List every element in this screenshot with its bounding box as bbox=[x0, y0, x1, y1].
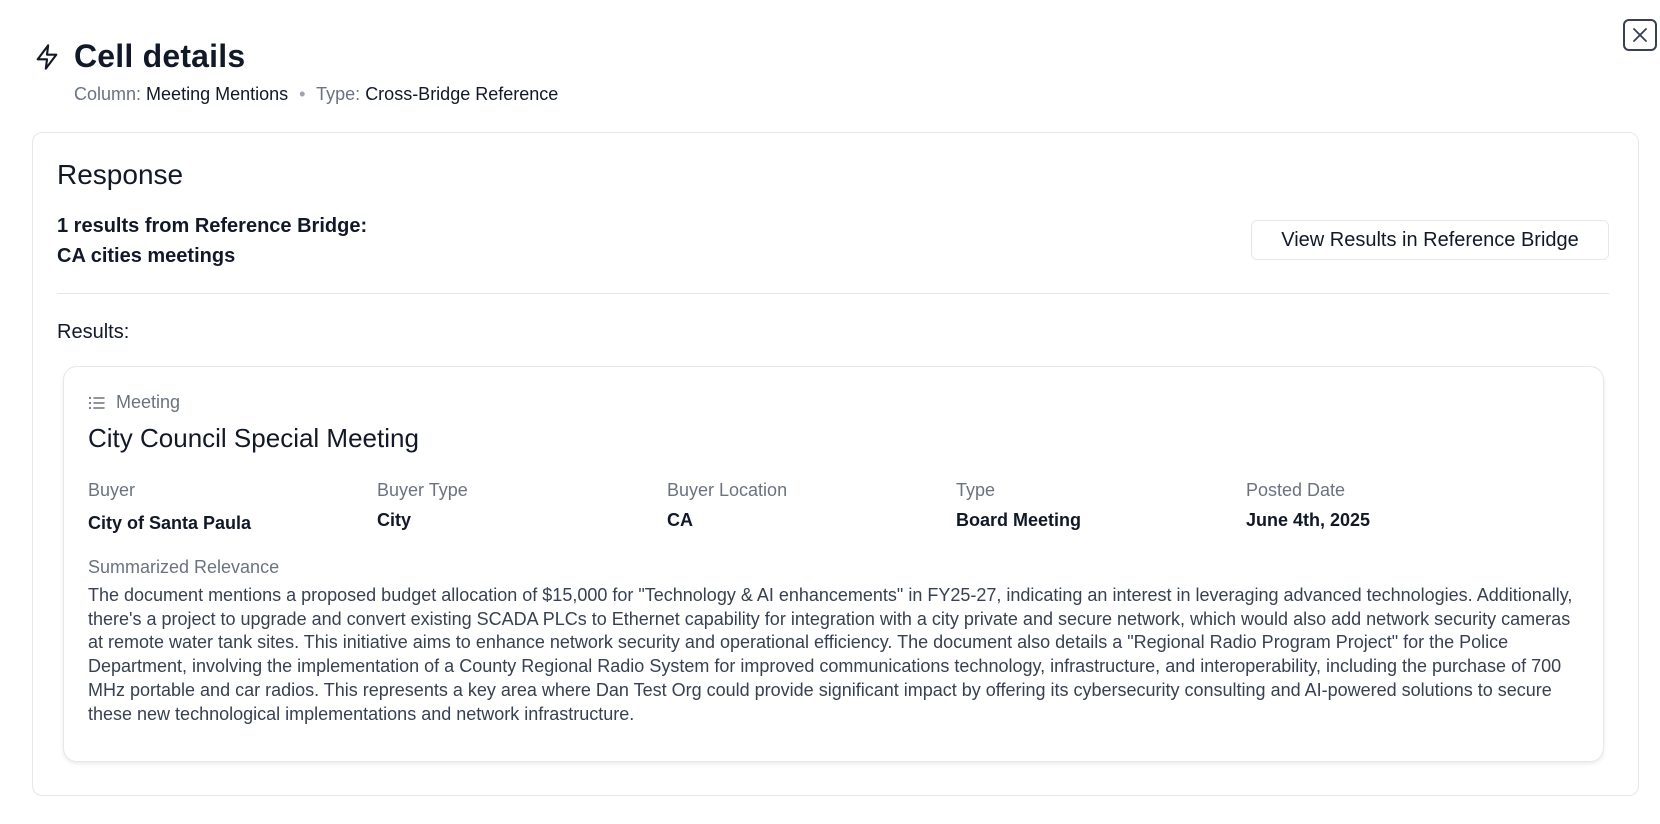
type-value: Cross-Bridge Reference bbox=[365, 84, 559, 104]
field-label: Type bbox=[956, 480, 996, 500]
column-value: Meeting Mentions bbox=[146, 84, 289, 104]
cell-details-dialog: Cell details Column: Meeting Mentions • … bbox=[0, 0, 1660, 824]
close-icon bbox=[1633, 28, 1647, 42]
field-label: Buyer bbox=[88, 480, 136, 500]
list-icon bbox=[88, 395, 106, 411]
result-kind-label: Meeting bbox=[116, 392, 181, 412]
bolt-icon bbox=[32, 41, 62, 73]
result-card[interactable]: Meeting City Council Special Meeting Buy… bbox=[63, 366, 1604, 762]
field-buyer-location: Buyer Location CA bbox=[667, 479, 787, 531]
divider bbox=[57, 293, 1609, 294]
meta-separator: • bbox=[299, 84, 306, 104]
field-type: Type Board Meeting bbox=[956, 479, 1081, 531]
response-title: Response bbox=[57, 159, 184, 190]
response-card: Response 1 results from Reference Bridge… bbox=[32, 132, 1639, 796]
summary-line-source: CA cities meetings bbox=[57, 245, 236, 267]
cell-meta: Column: Meeting Mentions • Type: Cross-B… bbox=[74, 84, 558, 105]
field-value: City of Santa Paula bbox=[88, 513, 252, 533]
results-summary: 1 results from Reference Bridge: CA citi… bbox=[57, 211, 367, 271]
results-label: Results: bbox=[57, 321, 130, 343]
relevance-label: Summarized Relevance bbox=[88, 557, 280, 577]
field-value: Board Meeting bbox=[956, 510, 1082, 530]
field-posted-date: Posted Date June 4th, 2025 bbox=[1246, 479, 1370, 531]
field-value: CA bbox=[667, 510, 693, 530]
field-buyer-type: Buyer Type City bbox=[377, 479, 468, 531]
meeting-title: City Council Special Meeting bbox=[88, 423, 419, 453]
field-buyer: Buyer City of Santa Paula bbox=[88, 479, 251, 534]
field-label: Posted Date bbox=[1246, 480, 1346, 500]
dialog-title: Cell details bbox=[74, 38, 246, 74]
view-results-button[interactable]: View Results in Reference Bridge bbox=[1251, 220, 1609, 260]
relevance-text: The document mentions a proposed budget … bbox=[88, 585, 1573, 724]
column-label: Column: bbox=[74, 84, 142, 104]
close-button[interactable] bbox=[1623, 19, 1657, 51]
field-value: June 4th, 2025 bbox=[1246, 510, 1371, 530]
field-label: Buyer Location bbox=[667, 480, 788, 500]
summary-line-count: 1 results from Reference Bridge: bbox=[57, 215, 368, 237]
field-value: City bbox=[377, 510, 412, 530]
type-label: Type: bbox=[316, 84, 361, 104]
dialog-header: Cell details bbox=[32, 38, 245, 75]
result-kind: Meeting bbox=[88, 392, 180, 413]
field-label: Buyer Type bbox=[377, 480, 468, 500]
